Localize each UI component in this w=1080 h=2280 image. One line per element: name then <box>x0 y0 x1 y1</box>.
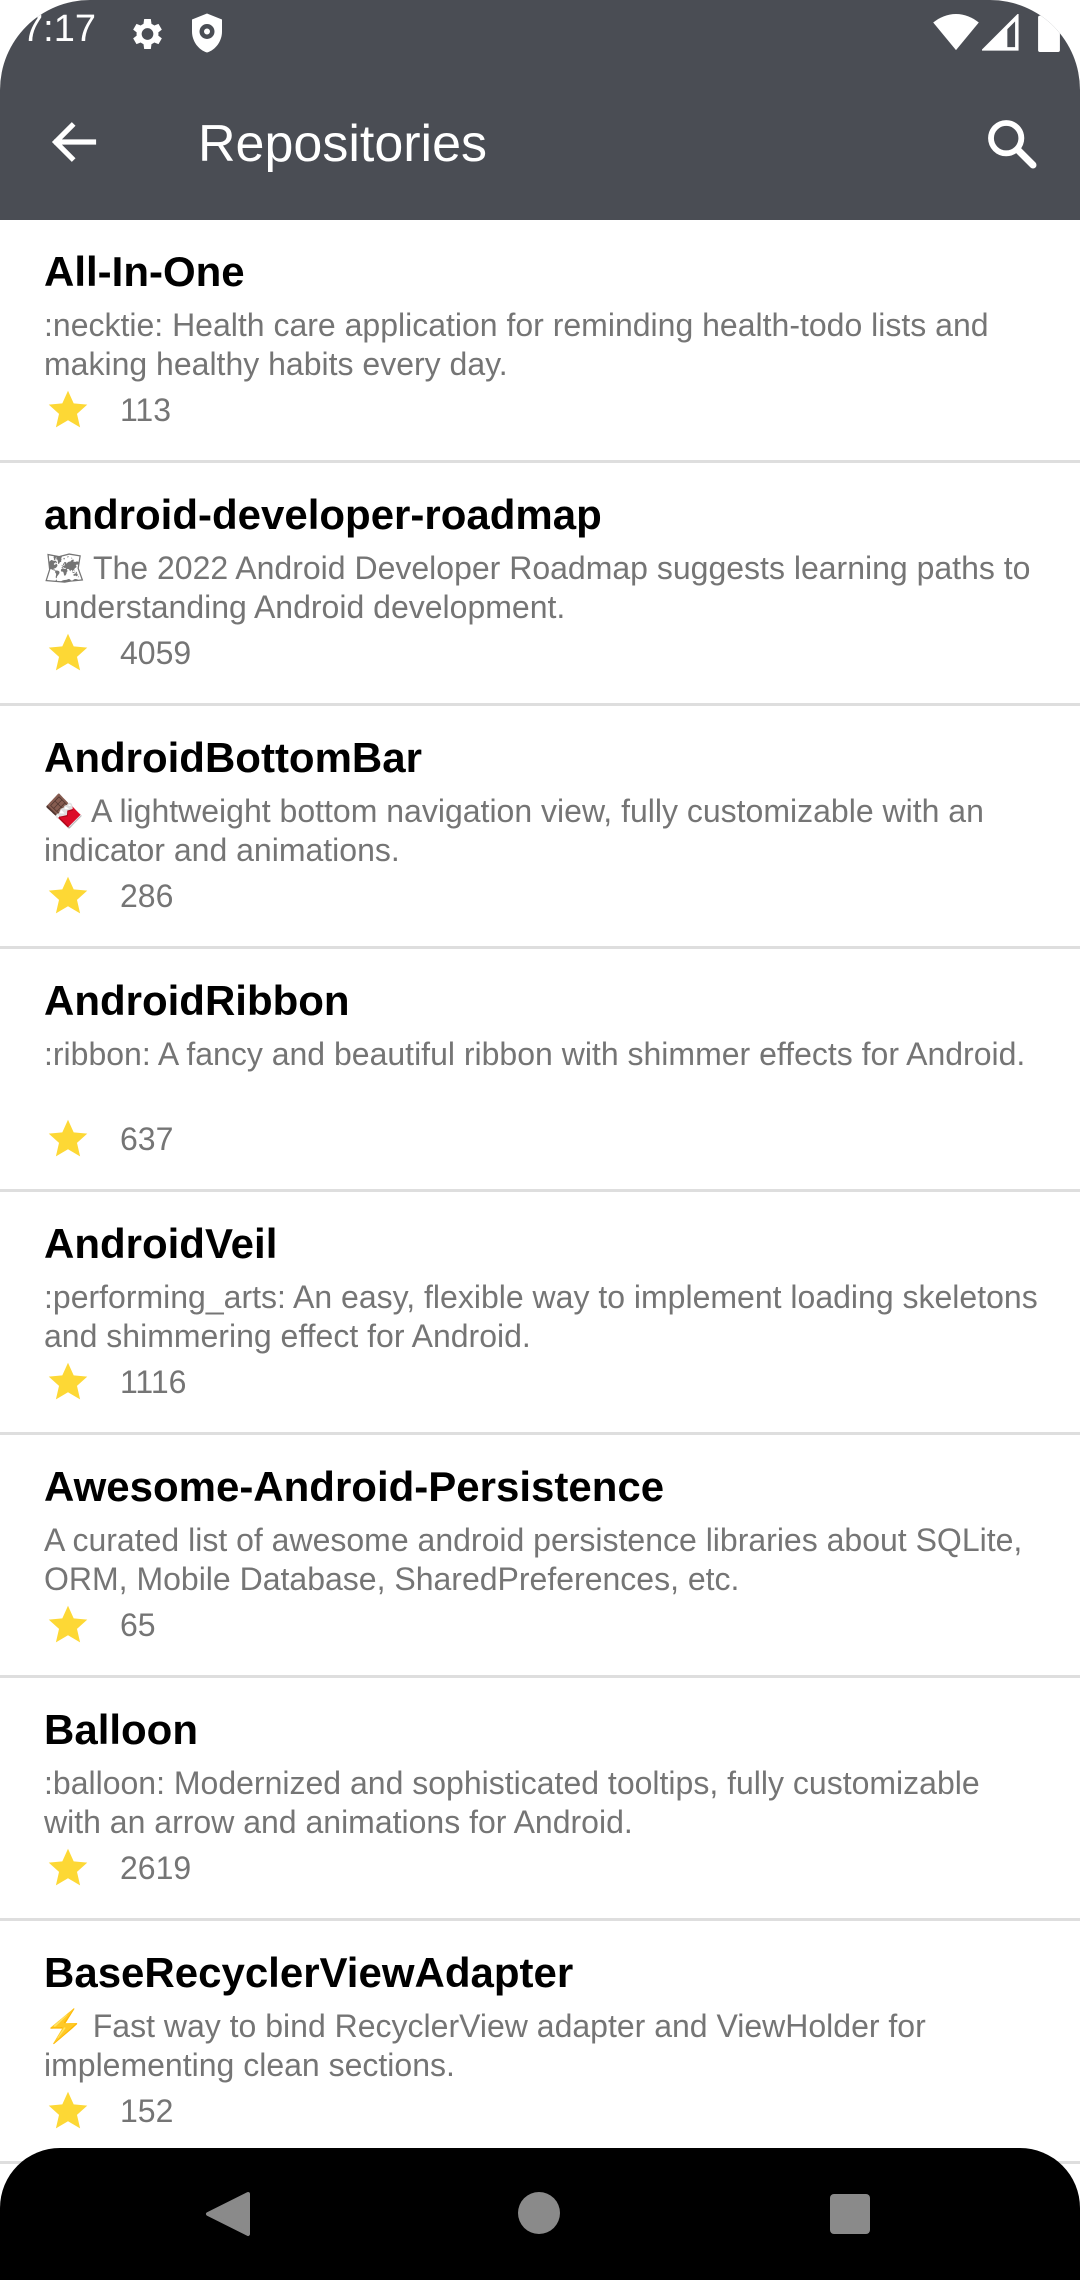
repository-description: :balloon: Modernized and sophisticated t… <box>44 1765 980 1840</box>
search-icon[interactable] <box>984 116 1040 172</box>
repository-name: AndroidVeil <box>44 1220 278 1267</box>
repository-item[interactable]: AndroidBottomBar 🍫 A lightweight bottom n… <box>0 706 1080 949</box>
star-icon <box>48 2091 88 2129</box>
repository-name: AndroidBottomBar <box>44 734 422 781</box>
repository-item[interactable]: AndroidRibbon :ribbon: A fancy and beauti… <box>0 949 1080 1192</box>
nav-back-icon[interactable] <box>204 2190 250 2238</box>
repository-list: All-In-One :necktie: Health care applicat… <box>0 220 1080 2164</box>
repository-item[interactable]: All-In-One :necktie: Health care applicat… <box>0 220 1080 463</box>
nav-recents-icon[interactable] <box>830 2194 870 2234</box>
toolbar: Repositories <box>0 64 1080 220</box>
battery-icon <box>1038 12 1060 52</box>
repository-description: 🍫 A lightweight bottom navigation view, … <box>44 793 984 868</box>
star-count: 1116 <box>120 1364 187 1400</box>
repository-description: 🗺 The 2022 Android Developer Roadmap sug… <box>44 550 1031 625</box>
signal-icon <box>982 14 1019 51</box>
status-bar: 7:17 <box>0 0 1080 64</box>
star-icon <box>48 1605 88 1643</box>
repository-description: A curated list of awesome android persis… <box>44 1522 1023 1597</box>
star-icon <box>48 1119 88 1157</box>
app-bar: 7:17 Repositories <box>0 0 1080 220</box>
star-count: 2619 <box>120 1850 192 1886</box>
repository-description: ⚡ Fast way to bind RecyclerView adapter … <box>44 2008 926 2083</box>
arrow-back-icon[interactable] <box>48 116 100 168</box>
star-icon <box>48 633 88 671</box>
star-icon <box>48 390 88 428</box>
star-count: 4059 <box>120 635 192 671</box>
star-count: 637 <box>120 1121 174 1157</box>
repository-name: Awesome-Android-Persistence <box>44 1463 665 1510</box>
shield-icon <box>192 13 222 53</box>
status-time: 7:17 <box>22 8 96 50</box>
repository-name: All-In-One <box>44 248 245 295</box>
star-count: 286 <box>120 878 174 914</box>
repository-item[interactable]: AndroidVeil :performing_arts: An easy, fl… <box>0 1192 1080 1435</box>
nav-home-icon[interactable] <box>518 2192 560 2234</box>
settings-gear-icon <box>133 19 162 49</box>
star-count: 152 <box>120 2093 174 2129</box>
repository-name: android-developer-roadmap <box>44 491 602 538</box>
star-icon <box>48 1362 88 1400</box>
star-icon <box>48 876 88 914</box>
page-title: Repositories <box>198 115 488 173</box>
repository-item[interactable]: android-developer-roadmap 🗺 The 2022 Andr… <box>0 463 1080 706</box>
repository-name: BaseRecyclerViewAdapter <box>44 1949 574 1996</box>
repository-item[interactable]: Awesome-Android-Persistence A curated lis… <box>0 1435 1080 1678</box>
star-count: 65 <box>120 1607 156 1643</box>
repository-description: :performing_arts: An easy, flexible way … <box>44 1279 1038 1354</box>
star-icon <box>48 1848 88 1886</box>
screen: 7:17 Repositories All-In-One:necktie: H… <box>0 0 1080 2280</box>
star-count: 113 <box>120 392 172 428</box>
repository-name: Balloon <box>44 1706 198 1753</box>
repository-item[interactable]: BaseRecyclerViewAdapter ⚡ Fast way to bin… <box>0 1921 1080 2164</box>
wifi-icon <box>933 14 979 51</box>
navigation-bar <box>0 2148 1080 2280</box>
repository-name: AndroidRibbon <box>44 977 350 1024</box>
repository-item[interactable]: Balloon :balloon: Modernized and sophisti… <box>0 1678 1080 1921</box>
repository-description: :ribbon: A fancy and beautiful ribbon wi… <box>44 1036 1026 1072</box>
repository-description: :necktie: Health care application for re… <box>44 307 989 382</box>
